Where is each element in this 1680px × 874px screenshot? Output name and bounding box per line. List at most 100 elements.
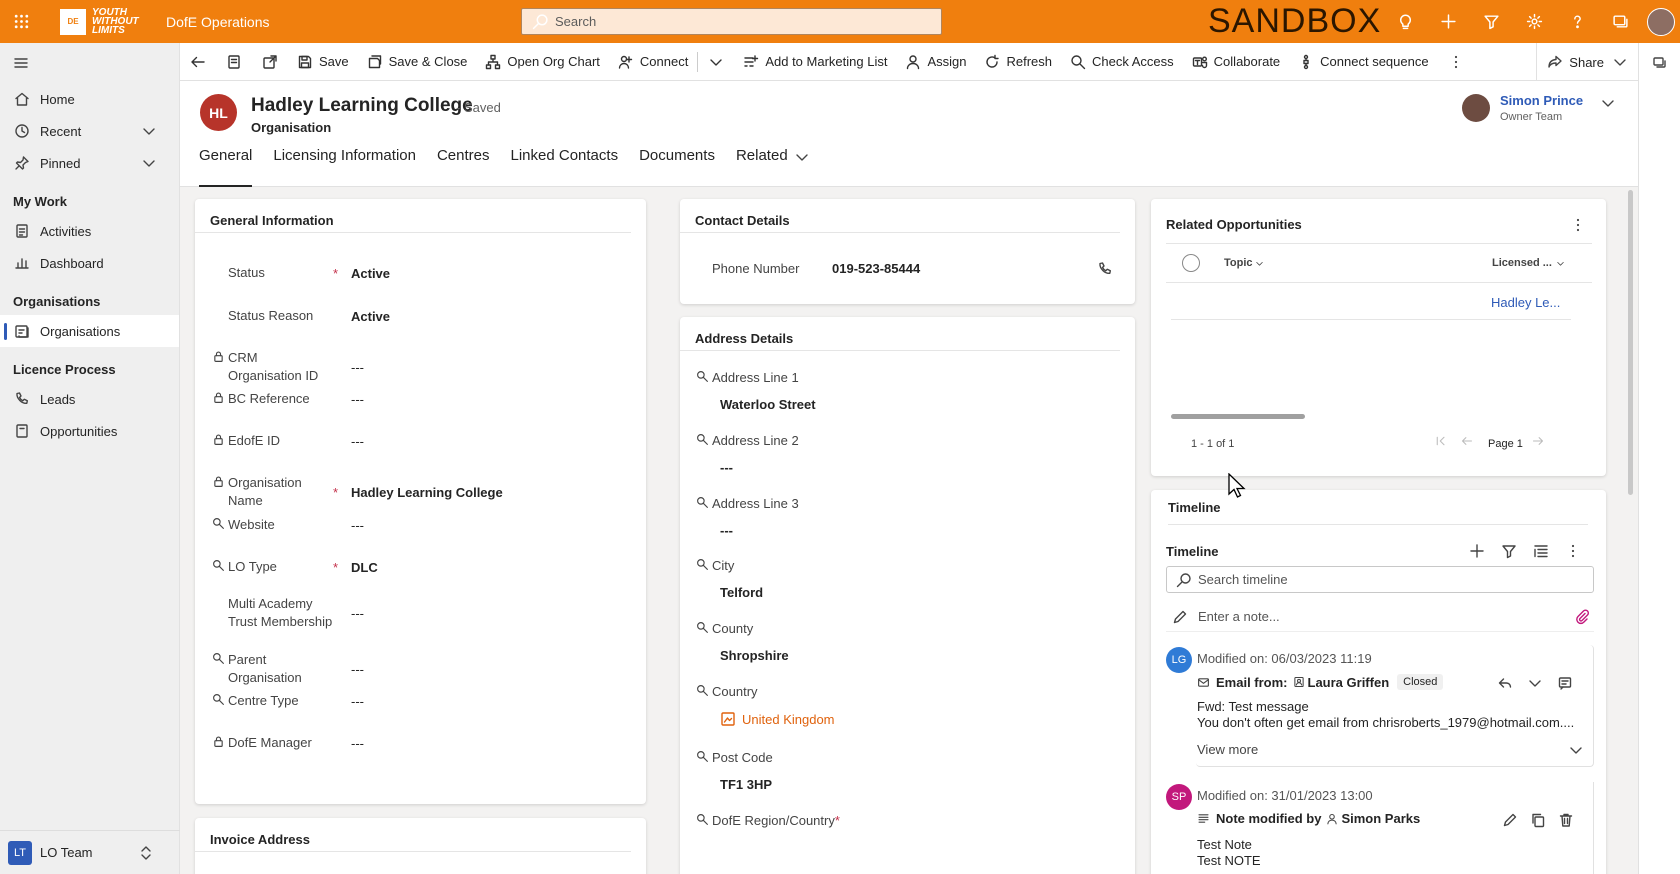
field-value[interactable]: Active bbox=[351, 266, 390, 281]
phone-value[interactable]: 019-523-85444 bbox=[832, 261, 920, 276]
field-value[interactable]: --- bbox=[351, 606, 364, 621]
header-expand-chevron-icon[interactable] bbox=[1600, 95, 1616, 111]
field-address-line-1[interactable]: Address Line 1 Waterloo Street bbox=[680, 370, 1120, 412]
nav-recent[interactable]: Recent bbox=[0, 115, 179, 147]
help-icon[interactable] bbox=[1556, 0, 1599, 43]
nav-opportunities[interactable]: Opportunities bbox=[0, 415, 179, 447]
note-author[interactable]: Simon Parks bbox=[1341, 811, 1420, 826]
phone-field[interactable]: Phone Number 019-523-85444 bbox=[680, 261, 1135, 276]
field-dofe-manager[interactable]: DofE Manager --- bbox=[195, 734, 635, 752]
owner-name[interactable]: Simon Prince bbox=[1500, 93, 1583, 108]
tab-documents[interactable]: Documents bbox=[639, 141, 715, 187]
copy-icon[interactable] bbox=[1530, 812, 1546, 828]
field-edofe-id[interactable]: EdofE ID --- bbox=[195, 432, 635, 450]
field-value[interactable]: TF1 3HP bbox=[680, 777, 1120, 792]
collapse-nav-button[interactable] bbox=[0, 43, 179, 83]
nav-organisations[interactable]: Organisations bbox=[0, 315, 179, 347]
add-activity-icon[interactable] bbox=[1469, 543, 1485, 559]
previous-page-icon[interactable] bbox=[1461, 435, 1473, 447]
timeline-item-note[interactable]: SP Modified on: 31/01/2023 13:00 Note mo… bbox=[1166, 782, 1594, 874]
field-lo-type[interactable]: LO Type * DLC bbox=[195, 558, 635, 576]
field-country[interactable]: Country United Kingdom bbox=[680, 684, 1120, 727]
chevron-down-icon[interactable] bbox=[1527, 675, 1543, 691]
phone-icon[interactable] bbox=[1097, 261, 1113, 277]
field-parent-organisation[interactable]: Parent Organisation --- bbox=[195, 651, 635, 687]
lightbulb-icon[interactable] bbox=[1384, 0, 1427, 43]
grid-row[interactable]: Hadley Le... bbox=[1171, 283, 1571, 320]
field-address-line-2[interactable]: Address Line 2 --- bbox=[680, 433, 1120, 475]
field-value[interactable]: Telford bbox=[680, 585, 1120, 600]
next-page-icon[interactable] bbox=[1532, 435, 1544, 447]
field-value[interactable]: --- bbox=[351, 662, 364, 677]
field-value[interactable]: --- bbox=[351, 360, 364, 375]
nav-leads[interactable]: Leads bbox=[0, 383, 179, 415]
nav-pinned[interactable]: Pinned bbox=[0, 147, 179, 179]
copilot-chat-icon[interactable] bbox=[1639, 43, 1680, 83]
chevron-down-icon[interactable] bbox=[140, 123, 158, 139]
field-city[interactable]: City Telford bbox=[680, 558, 1120, 600]
nav-home[interactable]: Home bbox=[0, 83, 179, 115]
chevron-down-icon[interactable] bbox=[1568, 742, 1584, 758]
select-all-checkbox[interactable] bbox=[1182, 254, 1200, 272]
field-value[interactable]: Hadley Learning College bbox=[351, 485, 503, 500]
field-status[interactable]: Status * Active bbox=[195, 264, 635, 282]
attachment-icon[interactable] bbox=[1574, 608, 1590, 625]
field-value[interactable]: --- bbox=[680, 460, 1120, 475]
country-link[interactable]: United Kingdom bbox=[742, 712, 835, 727]
settings-icon[interactable] bbox=[1513, 0, 1556, 43]
edit-icon[interactable] bbox=[1502, 812, 1518, 828]
tab-centres[interactable]: Centres bbox=[437, 141, 490, 187]
open-new-window-button[interactable] bbox=[252, 43, 288, 81]
save-close-button[interactable]: Save & Close bbox=[358, 43, 477, 81]
page-vertical-scrollbar[interactable] bbox=[1628, 190, 1633, 495]
user-avatar[interactable] bbox=[1647, 7, 1675, 36]
form-view-button[interactable] bbox=[216, 43, 252, 81]
open-record-icon[interactable] bbox=[1557, 675, 1573, 691]
licensed-link[interactable]: Hadley Le... bbox=[1491, 295, 1560, 310]
more-vertical-icon[interactable] bbox=[1565, 543, 1581, 559]
sort-list-icon[interactable] bbox=[1533, 543, 1549, 559]
field-status-reason[interactable]: Status Reason Active bbox=[195, 307, 635, 325]
view-more-link[interactable]: View more bbox=[1197, 742, 1258, 757]
app-launcher-icon[interactable] bbox=[0, 0, 42, 43]
field-value[interactable]: --- bbox=[351, 694, 364, 709]
timeline-search-input[interactable]: Search timeline bbox=[1166, 566, 1594, 593]
field-value[interactable]: --- bbox=[680, 523, 1120, 538]
field-value[interactable]: --- bbox=[351, 434, 364, 449]
tab-general[interactable]: General bbox=[199, 141, 253, 187]
timeline-item-email[interactable]: LG Modified on: 06/03/2023 11:19 Email f… bbox=[1166, 645, 1594, 767]
nav-dashboard[interactable]: Dashboard bbox=[0, 247, 179, 279]
field-value[interactable]: --- bbox=[351, 518, 364, 533]
field-bc-reference[interactable]: BC Reference --- bbox=[195, 390, 635, 408]
field-centre-type[interactable]: Centre Type --- bbox=[195, 692, 635, 710]
tab-licensing-information[interactable]: Licensing Information bbox=[273, 141, 416, 187]
tab-related[interactable]: Related bbox=[736, 141, 810, 187]
check-access-button[interactable]: Check Access bbox=[1061, 43, 1183, 81]
open-org-chart-button[interactable]: Open Org Chart bbox=[476, 43, 609, 81]
field-multi-academy-trust-membership[interactable]: Multi Academy Trust Membership --- bbox=[195, 595, 635, 631]
add-to-marketing-list-button[interactable]: Add to Marketing List bbox=[734, 43, 896, 81]
first-page-icon[interactable] bbox=[1435, 435, 1447, 447]
nav-activities[interactable]: Activities bbox=[0, 215, 179, 247]
chevron-down-icon[interactable] bbox=[140, 155, 158, 171]
app-name[interactable]: DofE Operations bbox=[166, 14, 336, 30]
save-button[interactable]: Save bbox=[288, 43, 358, 81]
field-value[interactable]: United Kingdom bbox=[680, 711, 1120, 727]
field-value[interactable]: Active bbox=[351, 309, 390, 324]
field-address-line-3[interactable]: Address Line 3 --- bbox=[680, 496, 1120, 538]
global-search[interactable]: Search bbox=[521, 8, 942, 35]
field-value[interactable]: Shropshire bbox=[680, 648, 1120, 663]
col-licensed[interactable]: Licensed ... bbox=[1492, 257, 1552, 269]
field-value[interactable]: --- bbox=[351, 736, 364, 751]
field-organisation-name[interactable]: Organisation Name * Hadley Learning Colleg… bbox=[195, 474, 635, 510]
filter-icon[interactable] bbox=[1470, 0, 1513, 43]
filter-icon[interactable] bbox=[1501, 543, 1517, 559]
field-crm-organisation-id[interactable]: CRM Organisation ID --- bbox=[195, 349, 635, 385]
field-value[interactable]: --- bbox=[351, 392, 364, 407]
owner-field[interactable]: Simon Prince Owner Team bbox=[1462, 93, 1583, 123]
more-commands-button[interactable] bbox=[1438, 43, 1474, 81]
field-dofe-region-country[interactable]: DofE Region/Country* bbox=[680, 813, 1120, 828]
area-switcher[interactable]: LT LO Team bbox=[0, 830, 180, 874]
note-input[interactable]: Enter a note... bbox=[1166, 602, 1594, 632]
horizontal-scrollbar[interactable] bbox=[1171, 414, 1305, 419]
